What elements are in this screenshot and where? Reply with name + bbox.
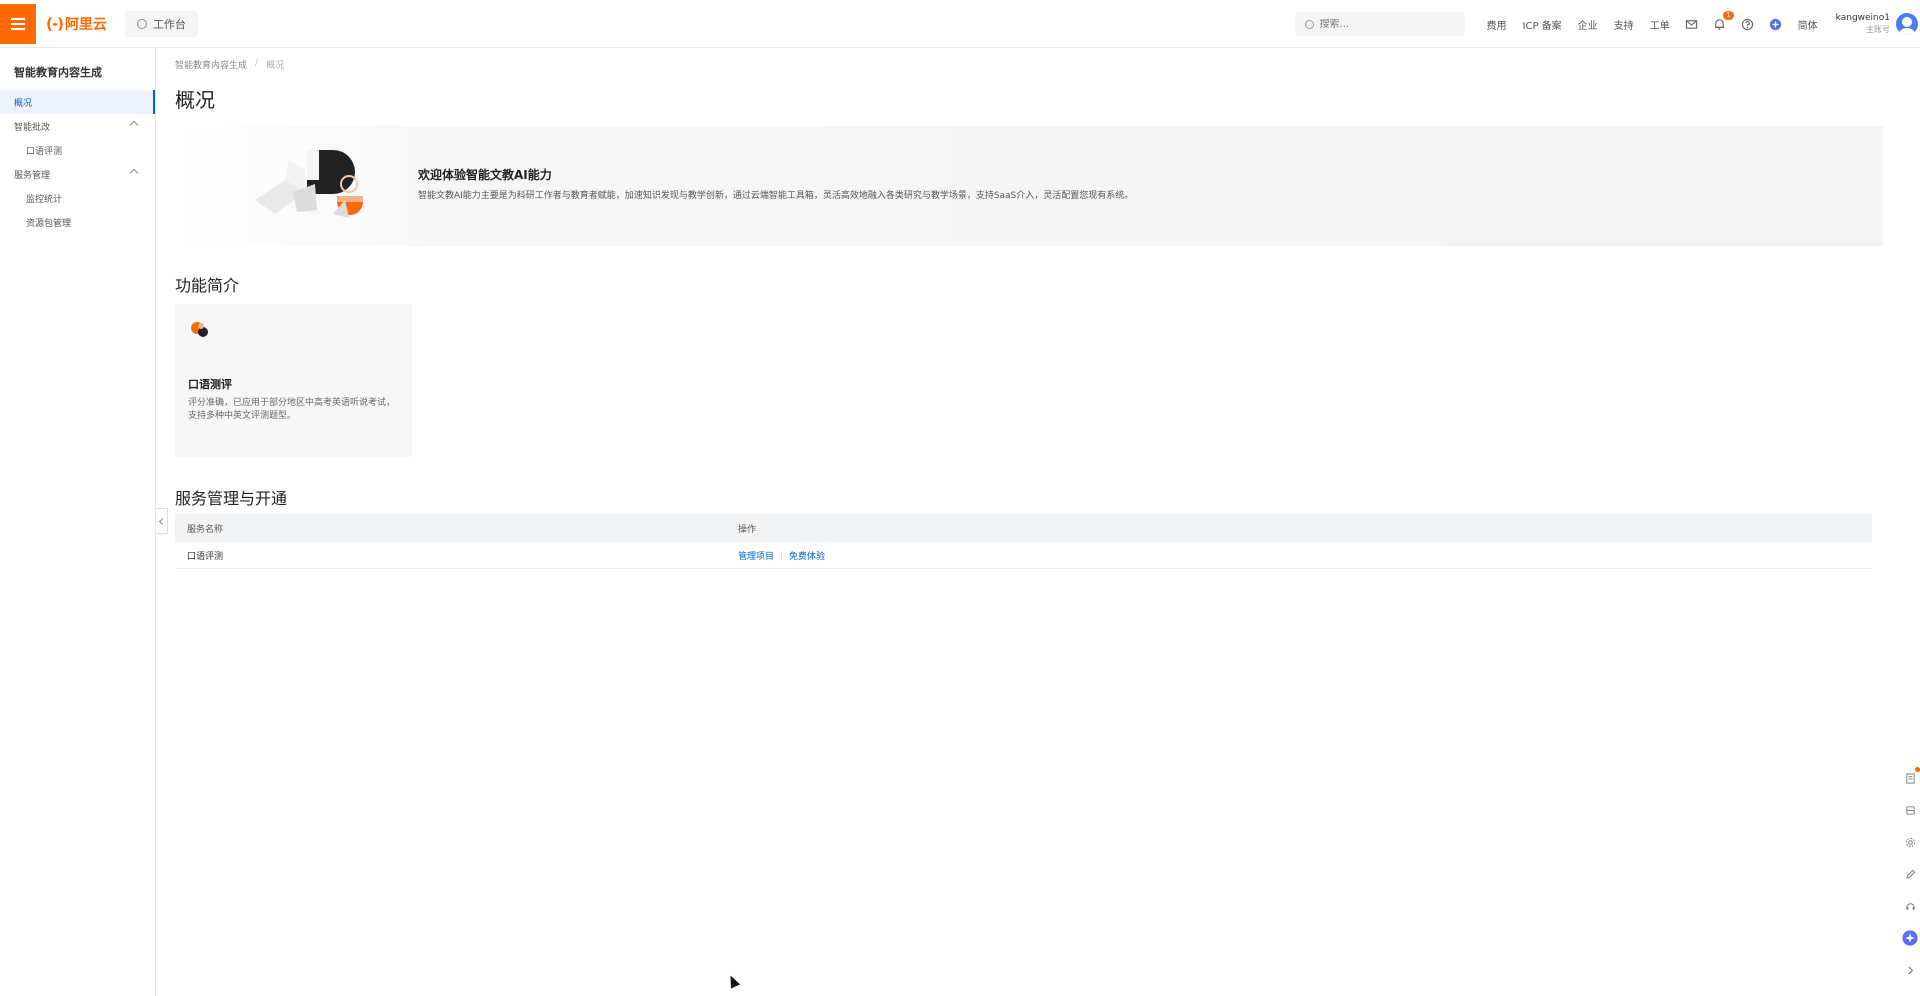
sidebar-item-label: 资源包管理 (26, 218, 72, 229)
ai-chat-button[interactable] (1902, 930, 1918, 946)
chevron-right-icon (1907, 965, 1913, 975)
mouse-cursor (725, 973, 741, 989)
breadcrumb: 智能教育内容生成 / 概况 (175, 58, 284, 71)
customer-service-button[interactable] (1902, 898, 1918, 914)
ai-assistant-button[interactable] (1768, 16, 1784, 32)
column-header-service-name: 服务名称 (187, 524, 224, 535)
breadcrumb-separator: / (255, 58, 259, 68)
sidebar-item-monitoring[interactable]: 监控统计 (0, 186, 155, 210)
manage-projects-link[interactable]: 管理项目 (738, 549, 774, 562)
nav-link-support[interactable]: 支持 (1614, 17, 1634, 32)
user-info[interactable]: kangweino1 主账号 (1836, 12, 1890, 36)
chevron-left-icon (158, 517, 167, 525)
services-section-title: 服务管理与开通 (175, 489, 288, 508)
welcome-banner: 欢迎体验智能文教AI能力 智能文教AI能力主要是为科研工作者与教育者赋能，加速知… (175, 126, 1883, 246)
cell-service-name: 口语评测 (187, 551, 224, 562)
sidebar-item-resource-packages[interactable]: 资源包管理 (0, 210, 155, 234)
sidebar-title: 智能教育内容生成 (14, 66, 102, 79)
document-tool-button[interactable] (1902, 767, 1920, 786)
document-icon (1905, 772, 1915, 784)
breadcrumb-item-product[interactable]: 智能教育内容生成 (175, 58, 247, 71)
sidebar-group-smart-grading[interactable]: 智能批改 (0, 114, 155, 138)
ai-sparkle-icon (1902, 930, 1918, 946)
oral-assessment-icon (191, 322, 208, 337)
search-icon (1304, 19, 1314, 29)
bell-icon (1715, 18, 1725, 30)
nav-link-tickets[interactable]: 工单 (1650, 17, 1670, 32)
feature-card-oral-assessment[interactable]: 口语测评 评分准确，已应用于部分地区中高考英语听说考试，支持多种中英文评测题型。 (175, 304, 412, 457)
cell-actions: 管理项目 免费体验 (738, 549, 1872, 562)
sidebar-item-overview[interactable]: 概况 (0, 90, 155, 114)
nav-link-billing[interactable]: 费用 (1487, 17, 1507, 32)
workbench-label: 工作台 (152, 17, 186, 31)
welcome-title: 欢迎体验智能文教AI能力 (418, 168, 552, 182)
nav-link-icp[interactable]: ICP 备案 (1523, 17, 1562, 32)
search-input[interactable] (1319, 18, 1450, 30)
features-section-title: 功能简介 (175, 276, 240, 295)
table-header: 服务名称 操作 (175, 514, 1872, 542)
sidebar-item-label: 口语评测 (26, 146, 63, 157)
expand-toolbar-button[interactable] (1902, 962, 1918, 978)
top-right-area: 费用 ICP 备案 企业 支持 工单 1 简体 kangweino1 主账号 (1294, 0, 1920, 48)
sidebar-item-label: 服务管理 (14, 170, 51, 181)
right-floating-toolbar (1900, 767, 1920, 994)
settings-tool-button[interactable] (1902, 834, 1918, 850)
sidebar: 智能教育内容生成 概况 智能批改 口语评测 服务管理 监控统计 资源包管理 (0, 48, 156, 996)
workbench-icon (136, 18, 147, 29)
breadcrumb-item-current: 概况 (266, 61, 285, 71)
services-table: 服务名称 操作 口语评测 管理项目 免费体验 (175, 514, 1872, 569)
notification-badge: 1 (1723, 11, 1734, 20)
menu-icon (11, 17, 25, 30)
sidebar-item-label: 监控统计 (26, 194, 63, 205)
chevron-up-icon (129, 168, 139, 178)
headset-icon (1905, 902, 1915, 910)
ai-assistant-icon (1770, 18, 1782, 30)
sidebar-collapse-button[interactable] (156, 508, 168, 534)
message-button[interactable] (1684, 16, 1700, 32)
edit-tool-button[interactable] (1902, 866, 1918, 882)
action-separator (781, 550, 783, 560)
feature-description: 评分准确，已应用于部分地区中高考英语听说考试，支持多种中英文评测题型。 (188, 398, 396, 421)
nav-link-enterprise[interactable]: 企业 (1578, 17, 1598, 32)
top-navigation-bar: (-) 阿里云 工作台 费用 ICP 备案 企业 支持 工单 1 简体 kang… (0, 0, 1920, 48)
user-avatar[interactable] (1896, 13, 1918, 35)
aliyun-logo[interactable]: (-) 阿里云 (46, 4, 107, 44)
user-name: kangweino1 (1835, 13, 1890, 23)
welcome-description: 智能文教AI能力主要是为科研工作者与教育者赋能，加速知识发现与教学创新，通过云端… (418, 191, 1134, 201)
table-row: 口语评测 管理项目 免费体验 (175, 542, 1872, 569)
sidebar-item-label: 智能批改 (14, 122, 51, 133)
help-icon (1742, 18, 1754, 30)
api-tool-button[interactable] (1902, 802, 1918, 818)
chevron-up-icon (129, 120, 139, 130)
gear-icon (1905, 837, 1915, 847)
user-account-type: 主账号 (1866, 25, 1890, 34)
free-trial-link[interactable]: 免费体验 (789, 549, 825, 562)
api-icon (1905, 805, 1915, 815)
notification-button[interactable]: 1 (1712, 11, 1734, 32)
sidebar-item-oral-assessment[interactable]: 口语评测 (0, 138, 155, 162)
sidebar-item-label: 概况 (14, 98, 33, 109)
language-switch[interactable]: 简体 (1798, 17, 1818, 32)
pencil-icon (1905, 869, 1915, 879)
hamburger-menu-button[interactable] (0, 3, 36, 44)
welcome-illustration (255, 150, 363, 218)
global-search[interactable] (1294, 12, 1465, 36)
logo-text: 阿里云 (64, 16, 107, 33)
page-title: 概况 (175, 88, 215, 112)
mail-icon (1686, 19, 1698, 29)
column-header-actions: 操作 (738, 524, 757, 535)
notification-dot (1915, 767, 1920, 772)
logo-mark: (-) (46, 14, 64, 33)
feature-title: 口语测评 (188, 378, 232, 391)
sidebar-group-service-management[interactable]: 服务管理 (0, 162, 155, 186)
workbench-button[interactable]: 工作台 (124, 10, 198, 37)
help-button[interactable] (1740, 16, 1756, 32)
